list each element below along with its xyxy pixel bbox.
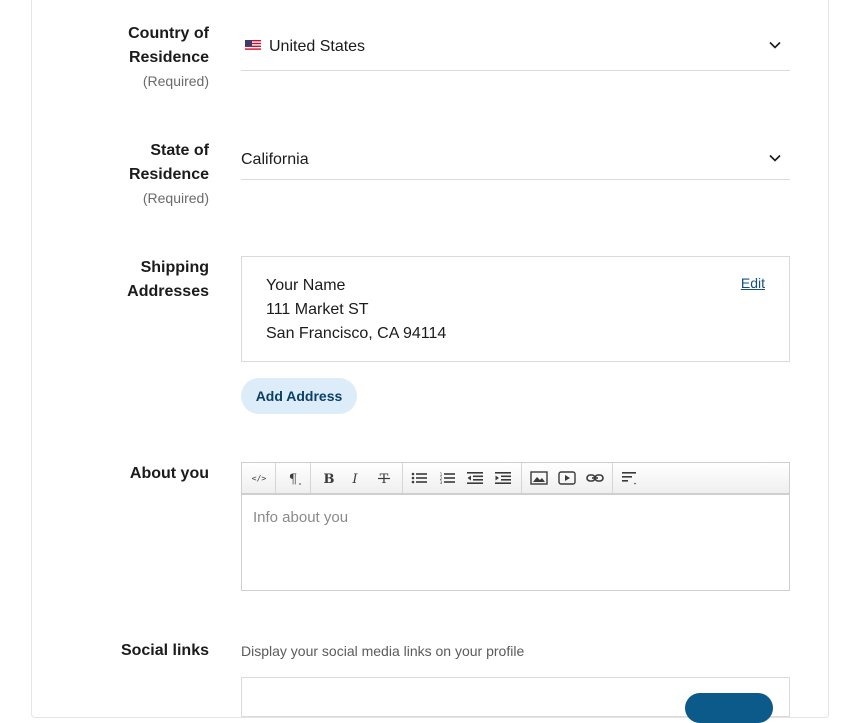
required-hint: (Required) [142,190,209,206]
state-label: State of Residence (Required) [129,139,209,209]
numbered-list-icon[interactable]: 123 [435,466,459,490]
paragraph-icon[interactable]: ¶ [282,466,306,490]
required-hint: (Required) [142,73,209,89]
state-value: California [241,151,309,168]
svg-text:¶: ¶ [289,472,297,486]
bold-icon[interactable]: B [317,466,341,490]
svg-text:</>: </> [252,474,267,483]
address-street: 111 Market ST [266,301,369,318]
social-links-box [241,677,790,723]
italic-icon[interactable]: I [343,466,367,490]
social-label: Social links [120,642,209,659]
address-name: Your Name [266,277,346,294]
country-value: United States [269,38,366,55]
add-address-button[interactable]: Add Address [241,378,357,414]
country-select[interactable]: United States [241,23,790,71]
address-city: San Francisco, CA 94114 [266,325,447,342]
svg-text:I: I [351,472,358,486]
chevron-down-icon [769,41,781,49]
svg-text:B: B [324,472,335,486]
image-icon[interactable] [527,466,551,490]
chevron-down-icon [769,154,781,162]
outdent-icon[interactable] [463,466,487,490]
code-view-icon[interactable]: </> [247,466,271,490]
us-flag-icon [245,40,261,51]
address-card: Your Name 111 Market ST San Francisco, C… [241,256,790,362]
edit-address-link[interactable]: Edit [741,275,765,291]
editor-toolbar: </> ¶ B I T 123 [242,463,789,495]
state-select[interactable]: California [241,136,790,180]
svg-text:3: 3 [440,480,443,484]
shipping-label: Shipping Addresses [127,259,209,300]
strikethrough-icon[interactable]: T [372,466,396,490]
social-description: Display your social media links on your … [241,643,525,659]
align-icon[interactable] [618,466,642,490]
bullet-list-icon[interactable] [407,466,431,490]
indent-icon[interactable] [491,466,515,490]
country-label: Country of Residence (Required) [128,22,209,92]
link-icon[interactable] [583,466,607,490]
about-label: About you [129,465,209,482]
video-icon[interactable] [555,466,579,490]
social-action-button[interactable] [685,693,773,723]
about-editor: </> ¶ B I T 123 [241,462,790,591]
about-input[interactable]: Info about you [253,509,348,526]
